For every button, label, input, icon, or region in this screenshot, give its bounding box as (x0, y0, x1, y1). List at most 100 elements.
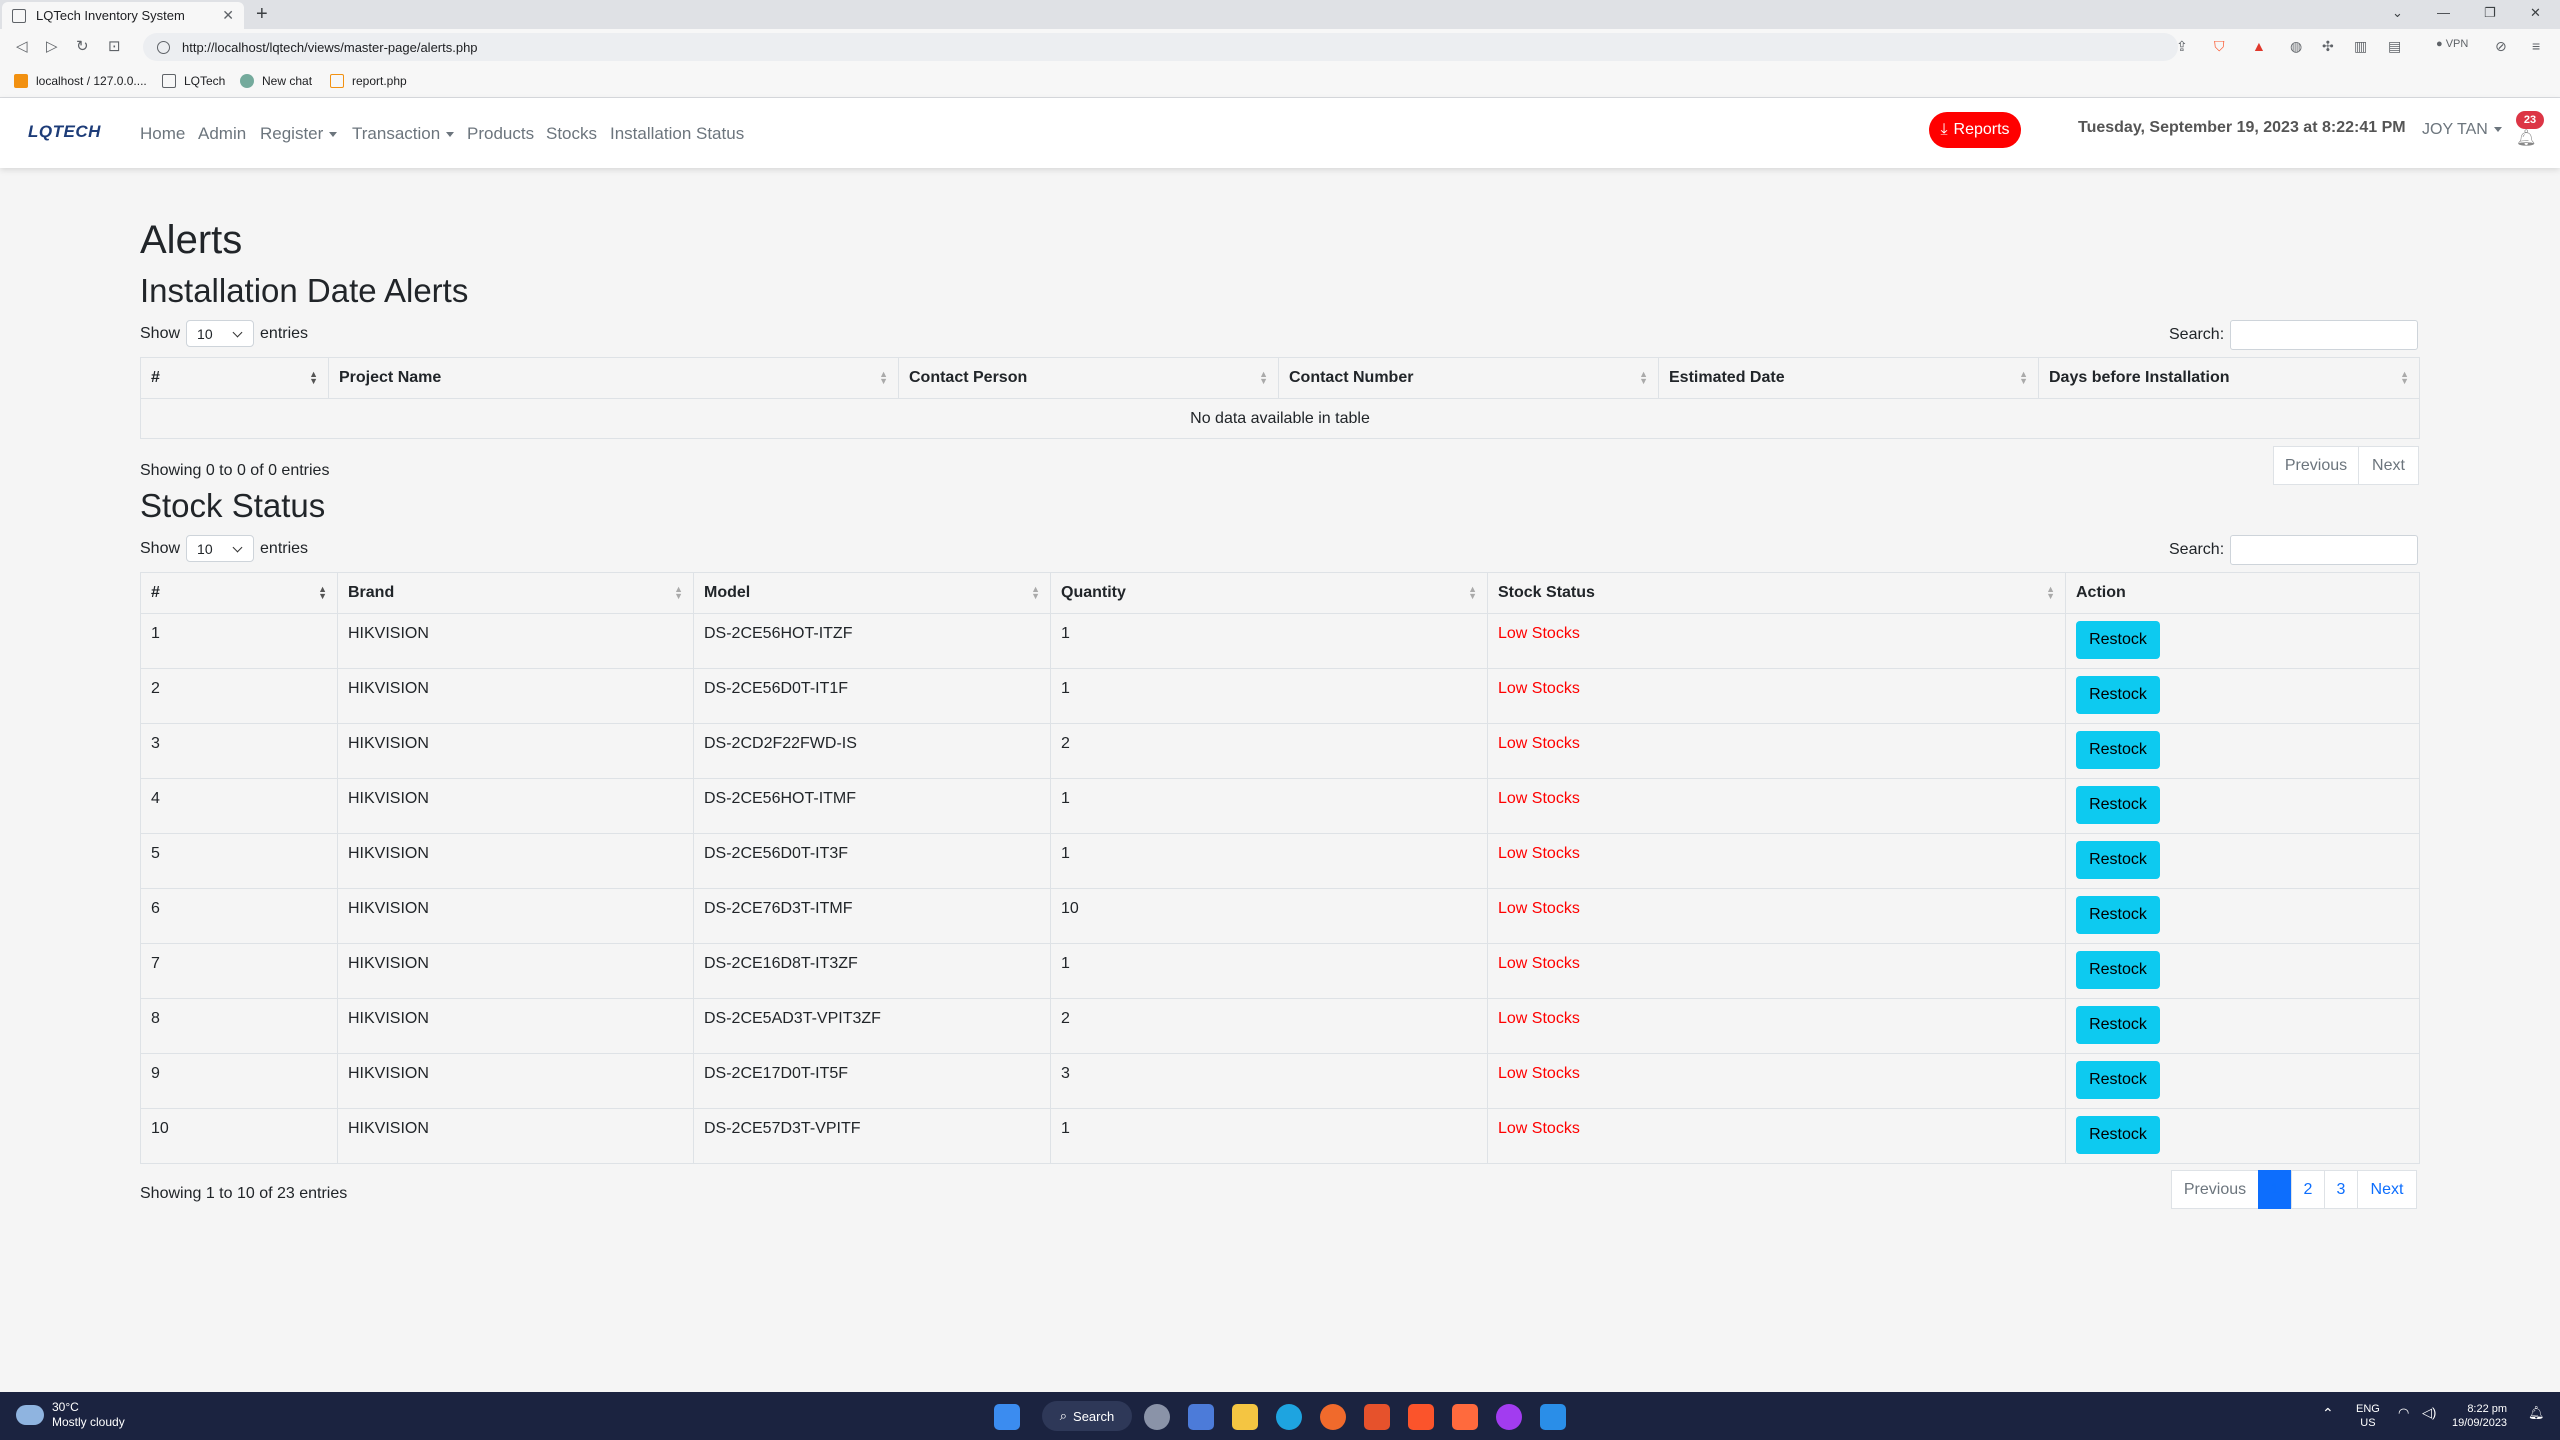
previous-button[interactable]: Previous (2273, 446, 2359, 485)
nav-admin[interactable]: Admin (198, 124, 246, 144)
restock-button[interactable]: Restock (2076, 621, 2160, 659)
page-title: Alerts (140, 218, 243, 262)
notification-bell-icon[interactable]: 🔔︎ (2528, 1406, 2545, 1420)
col-number[interactable]: # ▲ ▼ (140, 572, 338, 614)
sort-asc-icon: ▲ ▼ (318, 584, 327, 601)
table-row: 9 HIKVISION DS-2CE17D0T-IT5F 3 Low Stocks Res… (140, 1053, 2420, 1109)
start-icon[interactable] (994, 1404, 1020, 1430)
brand-logo[interactable]: LQTECH (28, 122, 101, 142)
back-icon[interactable]: ◁ (16, 37, 28, 55)
col-number[interactable]: # ▲ ▼ (140, 357, 329, 399)
address-bar[interactable]: http://localhost/lqtech/views/master-pag… (143, 33, 2178, 61)
nav-home[interactable]: Home (140, 124, 185, 144)
vscode-icon[interactable] (1540, 1404, 1566, 1430)
col-contact-number[interactable]: Contact Number ▲ ▼ (1278, 357, 1659, 399)
restock-button[interactable]: Restock (2076, 896, 2160, 934)
reload-icon[interactable]: ↻ (76, 37, 89, 55)
restock-button[interactable]: Restock (2076, 676, 2160, 714)
store-icon[interactable] (1188, 1404, 1214, 1430)
download-icon: ⤓ (1940, 121, 1948, 138)
nav-stocks[interactable]: Stocks (546, 124, 597, 144)
nav-transaction-dropdown[interactable]: Transaction (352, 124, 455, 144)
restock-button[interactable]: Restock (2076, 1116, 2160, 1154)
tab-search-icon[interactable]: ⌄ (2392, 5, 2403, 21)
brave-beta-icon[interactable] (1408, 1404, 1434, 1430)
col-model[interactable]: Model ▲ ▼ (693, 572, 1051, 614)
sidebar-icon[interactable]: ▥ (2354, 38, 2367, 55)
bookmark-icon[interactable]: ⊡ (108, 37, 121, 55)
row-quantity: 1 (1050, 1108, 1488, 1164)
bookmark-lqtech[interactable]: LQTech (162, 74, 225, 88)
extension-icon[interactable]: ◍ (2290, 38, 2302, 55)
restock-button[interactable]: Restock (2076, 841, 2160, 879)
restock-button[interactable]: Restock (2076, 1006, 2160, 1044)
taskbar-search[interactable]: ⌕ Search (1042, 1401, 1132, 1431)
restock-button[interactable]: Restock (2076, 731, 2160, 769)
wallet-icon[interactable]: ▤ (2388, 38, 2401, 55)
vpn-button[interactable]: ● VPN (2436, 38, 2468, 50)
row-action: Restock (2065, 998, 2420, 1054)
settings-icon[interactable] (1144, 1404, 1170, 1430)
tab-close-icon[interactable]: ✕ (222, 7, 234, 24)
row-model: DS-2CE56HOT-ITMF (693, 778, 1051, 834)
col-days-before-installation[interactable]: Days before Installation ▲ ▼ (2038, 357, 2420, 399)
bookmark-report[interactable]: report.php (330, 74, 407, 88)
row-model: DS-2CE17D0T-IT5F (693, 1053, 1051, 1109)
page-button-2[interactable]: 2 (2291, 1170, 2325, 1209)
col-estimated-date[interactable]: Estimated Date ▲ ▼ (1658, 357, 2039, 399)
edge-icon[interactable] (1276, 1404, 1302, 1430)
next-button[interactable]: Next (2358, 446, 2419, 485)
column-label: Estimated Date (1669, 369, 1785, 386)
page-button-1[interactable]: 1 (2258, 1170, 2292, 1209)
puzzle-icon[interactable]: ✣ (2322, 38, 2334, 55)
col-stock-status[interactable]: Stock Status ▲ ▼ (1487, 572, 2066, 614)
clock[interactable]: 8:22 pm 19/09/2023 (2452, 1402, 2507, 1430)
page-button-3[interactable]: 3 (2324, 1170, 2358, 1209)
share-icon[interactable]: ⇪ (2176, 38, 2188, 55)
restore-icon[interactable]: ❐ (2484, 5, 2496, 21)
restock-button[interactable]: Restock (2076, 786, 2160, 824)
col-project-name[interactable]: Project Name ▲ ▼ (328, 357, 899, 399)
file-explorer-icon[interactable] (1232, 1404, 1258, 1430)
installation-page-length-select[interactable]: 10 (186, 320, 255, 347)
bookmark-new-chat[interactable]: New chat (240, 74, 312, 88)
brave-shield-icon[interactable]: ⛉ (2214, 38, 2225, 55)
next-button[interactable]: Next (2357, 1170, 2417, 1209)
col-brand[interactable]: Brand ▲ ▼ (337, 572, 694, 614)
menu-icon[interactable]: ≡ (2532, 38, 2540, 54)
bell-icon[interactable]: 🔔︎ (2516, 128, 2536, 148)
minimize-icon[interactable]: — (2437, 5, 2450, 20)
reports-button[interactable]: ⤓ Reports (1929, 112, 2021, 148)
brave-rewards-icon[interactable]: ▲ (2252, 38, 2266, 54)
profile-icon[interactable]: ⊘ (2495, 38, 2507, 55)
nav-products[interactable]: Products (467, 124, 534, 144)
volume-icon[interactable]: ◁) (2422, 1406, 2436, 1420)
messenger-icon[interactable] (1496, 1404, 1522, 1430)
tray-chevron-icon[interactable]: ⌃ (2322, 1406, 2334, 1420)
row-action: Restock (2065, 723, 2420, 779)
bookmark-phpmyadmin[interactable]: localhost / 127.0.0.... (14, 74, 147, 88)
nav-register-dropdown[interactable]: Register (260, 124, 338, 144)
new-tab-icon[interactable]: + (256, 3, 268, 26)
col-contact-person[interactable]: Contact Person ▲ ▼ (898, 357, 1279, 399)
nav-installation-status[interactable]: Installation Status (610, 124, 744, 144)
stock-search-input[interactable] (2230, 535, 2419, 565)
weather-widget[interactable]: 30°C Mostly cloudy (16, 1400, 125, 1430)
user-menu[interactable]: JOY TAN (2422, 121, 2502, 139)
browser-tab[interactable]: LQTech Inventory System ✕ (2, 2, 244, 29)
site-info-icon[interactable] (157, 40, 170, 54)
forward-icon[interactable]: ▷ (46, 37, 58, 55)
col-quantity[interactable]: Quantity ▲ ▼ (1050, 572, 1488, 614)
close-window-icon[interactable]: ✕ (2530, 5, 2541, 21)
brave-nightly-icon[interactable] (1452, 1404, 1478, 1430)
row-number: 7 (140, 943, 338, 999)
wifi-icon[interactable]: ◠ (2398, 1406, 2409, 1420)
firefox-icon[interactable] (1320, 1404, 1346, 1430)
restock-button[interactable]: Restock (2076, 1061, 2160, 1099)
stock-page-length-select[interactable]: 10 (186, 535, 255, 562)
previous-button[interactable]: Previous (2171, 1170, 2259, 1209)
language-indicator[interactable]: ENG US (2356, 1402, 2380, 1430)
brave-icon[interactable] (1364, 1404, 1390, 1430)
installation-search-input[interactable] (2230, 320, 2419, 350)
restock-button[interactable]: Restock (2076, 951, 2160, 989)
